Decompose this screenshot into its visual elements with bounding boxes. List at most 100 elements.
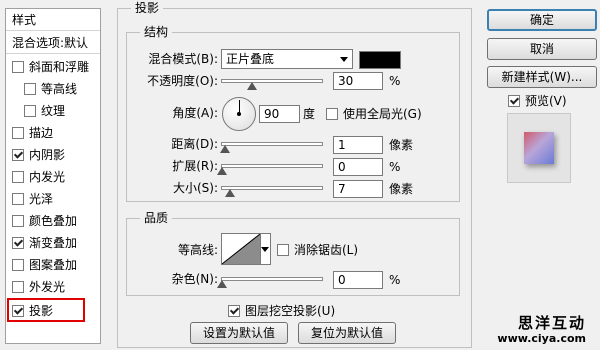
- size-slider[interactable]: [221, 186, 323, 190]
- panel-title: 投影: [131, 1, 164, 15]
- opacity-unit: %: [389, 74, 401, 88]
- distance-slider-thumb[interactable]: [220, 145, 230, 153]
- opacity-label: 不透明度(O):: [147, 74, 218, 88]
- noise-input[interactable]: 0: [333, 271, 383, 289]
- contour-label: 等高线:: [177, 243, 218, 257]
- distance-input[interactable]: 1: [333, 136, 383, 154]
- preview-checkbox[interactable]: [508, 94, 520, 107]
- knockout-label: 图层挖空投影(U): [245, 304, 336, 318]
- size-unit: 像素: [389, 182, 414, 196]
- distance-slider[interactable]: [221, 142, 323, 146]
- distance-label: 距离(D):: [171, 137, 218, 151]
- contour-picker[interactable]: [221, 233, 261, 265]
- watermark-url: www.ciya.com: [497, 332, 586, 345]
- new-style-button[interactable]: 新建样式(W)...: [487, 66, 597, 88]
- style-list: 样式 混合选项:默认 斜面和浮雕 等高线 纹理 描边 内阴影 内发光 光泽 颜色…: [5, 8, 101, 344]
- angle-dial-center: [237, 112, 241, 116]
- angle-unit: 度: [303, 107, 316, 121]
- shadow-color-swatch[interactable]: [359, 51, 401, 69]
- global-light-label: 使用全局光(G): [343, 107, 422, 121]
- spread-slider-thumb[interactable]: [217, 167, 227, 175]
- spread-unit: %: [389, 160, 401, 174]
- pattern-overlay-checkbox[interactable]: [12, 258, 24, 271]
- texture-checkbox[interactable]: [24, 104, 36, 117]
- noise-slider-thumb[interactable]: [217, 280, 227, 288]
- chevron-down-icon: [340, 57, 348, 62]
- reset-default-button[interactable]: 复位为默认值: [298, 322, 396, 344]
- color-overlay-checkbox[interactable]: [12, 214, 24, 227]
- preview-option[interactable]: 预览(V): [508, 92, 567, 110]
- angle-input[interactable]: 90: [259, 105, 300, 123]
- selection-highlight: [7, 298, 85, 322]
- style-item-label: 颜色叠加: [29, 214, 78, 228]
- preview-label: 预览(V): [525, 94, 567, 108]
- style-item-label: 斜面和浮雕: [29, 60, 90, 74]
- style-item-label: 内阴影: [29, 148, 66, 162]
- spread-input[interactable]: 0: [333, 158, 383, 176]
- chevron-down-icon: [261, 247, 269, 252]
- contour-curve-icon: [222, 234, 260, 264]
- distance-unit: 像素: [389, 138, 414, 152]
- blend-mode-select[interactable]: 正片叠底: [221, 49, 353, 69]
- structure-title: 结构: [140, 25, 173, 39]
- style-item-label: 纹理: [41, 104, 66, 118]
- set-default-button[interactable]: 设置为默认值: [190, 322, 288, 344]
- style-item-bevel-emboss[interactable]: 斜面和浮雕: [6, 56, 100, 78]
- angle-dial[interactable]: [222, 97, 256, 131]
- style-item-stroke[interactable]: 描边: [6, 122, 100, 144]
- inner-shadow-checkbox[interactable]: [12, 148, 24, 161]
- size-label: 大小(S):: [172, 181, 218, 195]
- satin-checkbox[interactable]: [12, 192, 24, 205]
- knockout-checkbox[interactable]: [228, 304, 240, 317]
- outer-glow-checkbox[interactable]: [12, 280, 24, 293]
- quality-title: 品质: [140, 211, 173, 225]
- style-item-label: 图案叠加: [29, 258, 78, 272]
- anti-alias-label: 消除锯齿(L): [294, 243, 359, 257]
- styles-header[interactable]: 样式: [6, 9, 100, 31]
- style-item-gradient-overlay[interactable]: 渐变叠加: [6, 232, 100, 254]
- style-item-label: 等高线: [41, 82, 78, 96]
- style-preview: [507, 113, 571, 183]
- anti-alias-checkbox[interactable]: [277, 243, 289, 256]
- style-item-inner-glow[interactable]: 内发光: [6, 166, 100, 188]
- style-item-outer-glow[interactable]: 外发光: [6, 276, 100, 298]
- style-item-label: 光泽: [29, 192, 54, 206]
- style-item-label: 内发光: [29, 170, 66, 184]
- size-slider-thumb[interactable]: [225, 189, 235, 197]
- spread-slider[interactable]: [221, 164, 323, 168]
- style-item-label: 描边: [29, 126, 54, 140]
- contour-dropdown[interactable]: [261, 233, 271, 265]
- global-light-checkbox[interactable]: [326, 107, 338, 120]
- noise-label: 杂色(N):: [171, 272, 218, 286]
- spread-label: 扩展(R):: [172, 159, 218, 173]
- size-input[interactable]: 7: [333, 180, 383, 198]
- style-item-contour[interactable]: 等高线: [6, 78, 112, 100]
- angle-label: 角度(A):: [172, 106, 218, 120]
- watermark-title: 思洋互动: [517, 314, 586, 332]
- cancel-button[interactable]: 取消: [487, 38, 597, 60]
- style-item-label: 渐变叠加: [29, 236, 78, 250]
- knockout-option[interactable]: 图层挖空投影(U): [228, 302, 335, 320]
- style-item-label: 外发光: [29, 280, 66, 294]
- anti-alias-option[interactable]: 消除锯齿(L): [277, 241, 358, 259]
- stroke-checkbox[interactable]: [12, 126, 24, 139]
- contour-checkbox[interactable]: [24, 82, 36, 95]
- opacity-input[interactable]: 30: [333, 72, 383, 90]
- opacity-slider-thumb[interactable]: [246, 82, 257, 90]
- blend-options-item[interactable]: 混合选项:默认: [6, 32, 100, 54]
- noise-slider[interactable]: [221, 277, 323, 281]
- opacity-slider[interactable]: [221, 79, 323, 83]
- global-light-option[interactable]: 使用全局光(G): [326, 105, 422, 123]
- preview-thumbnail: [524, 132, 554, 164]
- style-item-satin[interactable]: 光泽: [6, 188, 100, 210]
- ok-button[interactable]: 确定: [487, 9, 597, 31]
- gradient-overlay-checkbox[interactable]: [12, 236, 24, 249]
- inner-glow-checkbox[interactable]: [12, 170, 24, 183]
- blend-mode-value: 正片叠底: [226, 52, 275, 66]
- style-item-pattern-overlay[interactable]: 图案叠加: [6, 254, 100, 276]
- noise-unit: %: [389, 273, 401, 287]
- style-item-color-overlay[interactable]: 颜色叠加: [6, 210, 100, 232]
- style-item-inner-shadow[interactable]: 内阴影: [6, 144, 100, 166]
- bevel-emboss-checkbox[interactable]: [12, 60, 24, 73]
- style-item-texture[interactable]: 纹理: [6, 100, 112, 122]
